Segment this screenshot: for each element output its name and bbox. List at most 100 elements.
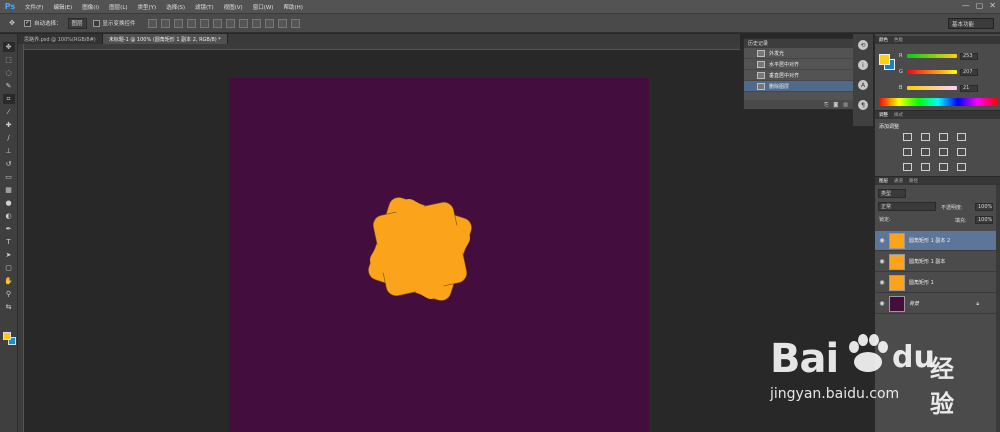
layer-row[interactable]: ◉ 圆角矩形 1 副本 2 (875, 231, 1000, 251)
tab-layers[interactable]: 图层 (879, 178, 888, 184)
layers-scrollbar[interactable] (996, 185, 1000, 432)
black-white-icon[interactable] (957, 148, 966, 156)
foreground-color-swatch[interactable] (3, 332, 11, 340)
levels-icon[interactable] (921, 133, 930, 141)
move-tool-preset-icon[interactable]: ✥ (6, 18, 18, 28)
green-slider[interactable] (907, 70, 957, 74)
shape-tool-icon[interactable]: ▢ (3, 263, 15, 273)
menu-image[interactable]: 图像(I) (77, 3, 104, 11)
history-item[interactable]: 垂直居中对齐 (744, 70, 853, 81)
move-tool-icon[interactable]: ✥ (2, 42, 15, 52)
close-button[interactable]: ✕ (989, 1, 996, 10)
show-transform-option[interactable]: 显示变换控件 (92, 19, 136, 27)
type-tool-icon[interactable]: T (3, 237, 15, 247)
tab-swatches[interactable]: 色板 (894, 37, 903, 43)
distribute-vcenter-icon[interactable] (238, 18, 248, 28)
red-slider[interactable] (907, 54, 957, 58)
show-transform-checkbox[interactable] (92, 19, 100, 27)
align-hcenter-icon[interactable] (199, 18, 209, 28)
history-item[interactable]: 水平居中对齐 (744, 59, 853, 70)
auto-select-option[interactable]: ✓ 自动选择： (24, 19, 62, 27)
lasso-tool-icon[interactable]: ◌ (3, 68, 15, 78)
gradient-tool-icon[interactable]: ▦ (3, 185, 15, 195)
dodge-tool-icon[interactable]: ◐ (3, 211, 15, 221)
quick-select-tool-icon[interactable]: ✎ (3, 81, 15, 91)
maximize-button[interactable]: ▢ (976, 1, 984, 10)
layer-filter-dropdown[interactable]: 类型 (878, 189, 906, 198)
curves-icon[interactable] (939, 133, 948, 141)
blend-mode-dropdown[interactable]: 正常 (878, 202, 936, 211)
invert-icon[interactable] (903, 163, 912, 171)
vibrance-icon[interactable] (903, 148, 912, 156)
pen-tool-icon[interactable]: ✒ (3, 224, 15, 234)
menu-edit[interactable]: 编辑(E) (48, 3, 77, 11)
menu-filter[interactable]: 滤镜(T) (190, 3, 219, 11)
opacity-field[interactable]: 100% (975, 203, 993, 211)
history-item[interactable]: 外发光 (744, 48, 853, 59)
posterize-icon[interactable] (921, 163, 930, 171)
info-panel-icon[interactable]: i (858, 60, 868, 70)
color-balance-icon[interactable] (939, 148, 948, 156)
exposure-icon[interactable] (957, 133, 966, 141)
eye-icon[interactable]: ◉ (875, 258, 889, 265)
history-brush-tool-icon[interactable]: ↺ (3, 159, 15, 169)
zoom-tool-icon[interactable]: ⚲ (3, 289, 15, 299)
clone-stamp-tool-icon[interactable]: ⊥ (3, 146, 15, 156)
history-panel-icon[interactable]: ⟲ (858, 40, 868, 50)
workspace-dropdown[interactable]: 基本功能 (948, 18, 994, 29)
menu-window[interactable]: 窗口(W) (248, 3, 279, 11)
healing-tool-icon[interactable]: ✚ (3, 120, 15, 130)
menu-select[interactable]: 选择(S) (161, 3, 190, 11)
align-bottom-icon[interactable] (173, 18, 183, 28)
auto-select-checkbox[interactable]: ✓ (24, 19, 31, 27)
tab-channels[interactable]: 通道 (894, 178, 903, 184)
eyedropper-tool-icon[interactable]: ⁄ (3, 107, 15, 117)
menu-help[interactable]: 帮助(H) (278, 3, 307, 11)
brush-tool-icon[interactable]: ∕ (3, 133, 15, 143)
shape-layers[interactable] (229, 78, 649, 432)
blur-tool-icon[interactable]: ● (3, 198, 15, 208)
history-panel-title[interactable]: 历史记录 (744, 39, 853, 48)
swap-colors-icon[interactable]: ⇆ (3, 302, 15, 312)
crop-tool-icon[interactable]: ⌗ (2, 94, 15, 104)
tab-color[interactable]: 颜色 (879, 37, 888, 43)
marquee-tool-icon[interactable]: ⬚ (3, 55, 15, 65)
layer-row[interactable]: ◉ 背景 🔒︎ (875, 294, 1000, 314)
align-left-icon[interactable] (186, 18, 196, 28)
trash-icon[interactable]: ▥ (843, 102, 848, 108)
blue-value-field[interactable]: 21 (960, 84, 978, 92)
document-canvas[interactable] (229, 78, 649, 432)
eye-icon[interactable]: ◉ (875, 279, 889, 286)
red-value-field[interactable]: 253 (960, 52, 978, 60)
tab-styles[interactable]: 样式 (894, 112, 903, 118)
distribute-left-icon[interactable] (264, 18, 274, 28)
hand-tool-icon[interactable]: ✋ (3, 276, 15, 286)
threshold-icon[interactable] (939, 163, 948, 171)
eye-icon[interactable]: ◉ (875, 300, 889, 307)
distribute-hcenter-icon[interactable] (277, 18, 287, 28)
brightness-icon[interactable] (903, 133, 912, 141)
path-select-tool-icon[interactable]: ➤ (3, 250, 15, 260)
color-spectrum-bar[interactable] (879, 98, 997, 106)
align-top-icon[interactable] (147, 18, 157, 28)
blue-slider[interactable] (907, 86, 957, 90)
new-document-from-state-icon[interactable]: ⎘ (824, 102, 828, 108)
tab-paths[interactable]: 路径 (909, 178, 918, 184)
distribute-bottom-icon[interactable] (251, 18, 261, 28)
canvas-area[interactable] (24, 50, 740, 432)
paragraph-panel-icon[interactable]: ¶ (858, 100, 868, 110)
menu-view[interactable]: 视图(V) (219, 3, 248, 11)
auto-select-dropdown[interactable]: 图层 (67, 17, 87, 29)
doc-tab-2[interactable]: 未标题-1 @ 100% (圆角矩形 1 副本 2, RGB/8) * (102, 34, 228, 44)
tab-adjustments[interactable]: 调整 (879, 112, 888, 118)
minimize-button[interactable]: — (962, 1, 970, 10)
fill-field[interactable]: 100% (975, 216, 993, 224)
history-item-selected[interactable]: 删除图层 (744, 81, 853, 92)
menu-file[interactable]: 文件(F) (20, 3, 48, 11)
doc-tab-1[interactable]: 思路界.psd @ 100%(RGB/8#) (18, 34, 103, 44)
align-right-icon[interactable] (212, 18, 222, 28)
layer-row[interactable]: ◉ 圆角矩形 1 (875, 273, 1000, 293)
gradient-map-icon[interactable] (957, 163, 966, 171)
distribute-right-icon[interactable] (290, 18, 300, 28)
eye-icon[interactable]: ◉ (875, 237, 889, 244)
